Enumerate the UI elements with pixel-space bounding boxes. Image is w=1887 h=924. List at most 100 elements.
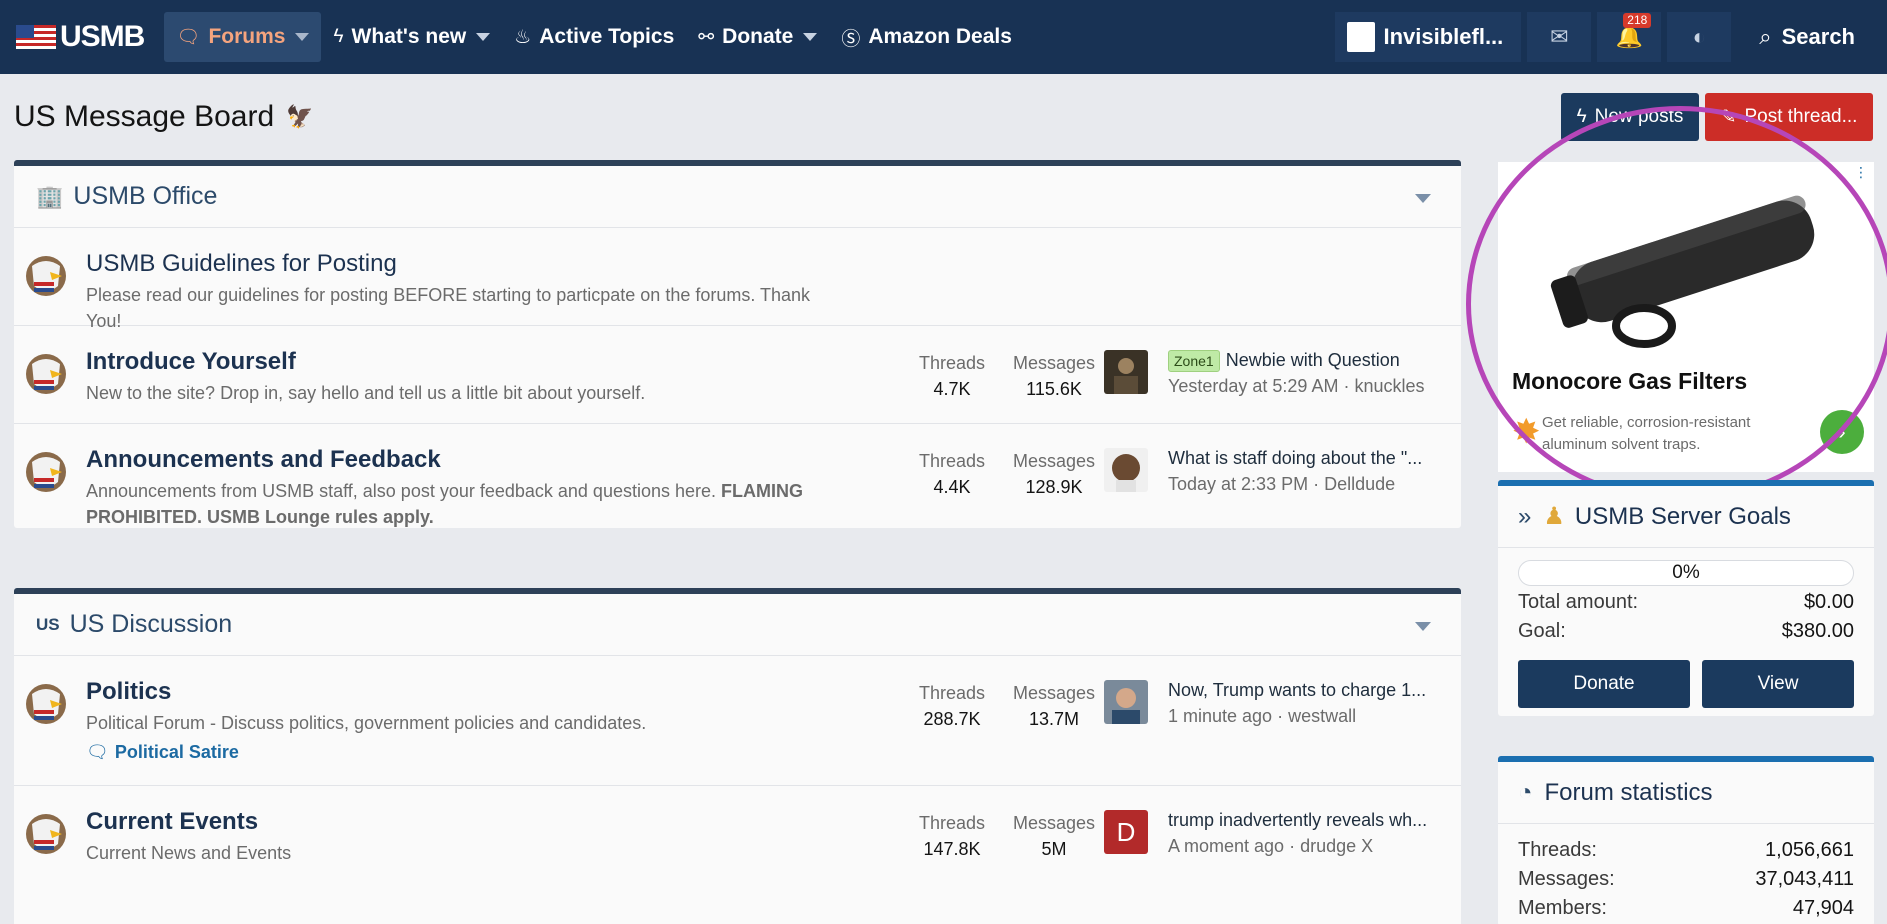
collapse-toggle-icon[interactable] — [1415, 622, 1431, 631]
search-button[interactable]: ⌕ Search — [1741, 12, 1887, 62]
tab-amazon-deals[interactable]: Ⓢ Amazon Deals — [829, 12, 1024, 62]
alerts-button[interactable]: 🔔 218 — [1597, 12, 1662, 62]
thread-prefix-badge[interactable]: Zone1 — [1168, 350, 1220, 372]
messages-label: Messages — [1012, 683, 1096, 703]
forum-node: Current Events Current News and Events T… — [14, 786, 1461, 884]
members-label: Members: — [1518, 897, 1607, 919]
goal-actions: Donate View — [1498, 660, 1874, 708]
threads-stat: Threads 4.7K — [902, 350, 1002, 402]
category-title: USMB Office — [73, 182, 218, 210]
forum-statistics-header: ◔ Forum statistics — [1498, 762, 1874, 824]
inbox-button[interactable]: ✉ — [1527, 12, 1592, 62]
tab-whats-new[interactable]: ϟ What's new — [321, 12, 502, 62]
forum-title-link[interactable]: Announcements and Feedback — [86, 446, 441, 474]
members-value: 47,904 — [1792, 897, 1854, 919]
user-menu[interactable]: Invisiblefl... — [1335, 12, 1522, 62]
last-post-time[interactable]: Today at 2:33 PM — [1168, 474, 1308, 494]
username: Invisiblefl... — [1383, 24, 1504, 49]
theme-toggle-button[interactable]: ◐ — [1667, 12, 1732, 62]
office-building-icon: 🏢 — [36, 183, 64, 209]
forum-title-link[interactable]: USMB Guidelines for Posting — [86, 250, 397, 278]
double-chevron-right-icon[interactable]: » — [1518, 503, 1531, 531]
logo-text: USMB — [60, 20, 145, 53]
last-post-title[interactable]: Zone1 Newbie with Question — [1168, 350, 1448, 372]
threads-count: 4.7K — [933, 379, 971, 399]
eagle-icon — [26, 354, 66, 394]
messages-value: 37,043,411 — [1755, 868, 1854, 890]
messages-count: 5M — [1041, 839, 1067, 859]
forum-statistics-title: Forum statistics — [1544, 778, 1713, 806]
last-post-user[interactable]: westwall — [1288, 706, 1356, 726]
ad-info-icon[interactable]: ⋮ — [1854, 164, 1868, 181]
subforum-link[interactable]: 🗨 Political Satire — [86, 742, 239, 763]
search-icon: ⌕ — [1759, 24, 1772, 49]
goal-label: Goal: — [1518, 620, 1566, 642]
eagle-icon — [26, 814, 66, 854]
category-header[interactable]: 🏢 USMB Office — [14, 166, 1461, 228]
category-header[interactable]: US US Discussion — [14, 594, 1461, 656]
last-post-title[interactable]: trump inadvertently reveals wh... — [1168, 810, 1448, 831]
tab-active-topics[interactable]: ♨ Active Topics — [502, 12, 686, 62]
user-nav: Invisiblefl... ✉ 🔔 218 ◐ ⌕ Search — [1329, 12, 1887, 62]
threads-stat-row: Threads: 1,056,661 — [1498, 836, 1874, 865]
pie-chart-icon: ◔ — [1518, 778, 1533, 806]
chevron-down-icon[interactable] — [803, 33, 818, 41]
tab-label: Forums — [208, 25, 286, 48]
eagle-icon — [26, 452, 66, 492]
last-post-title[interactable]: What is staff doing about the "... — [1168, 448, 1448, 469]
chat-icon: 🗨 — [86, 742, 109, 762]
category-title: US Discussion — [69, 610, 233, 638]
eagle-icon: 🦅 — [286, 104, 314, 129]
last-post-title-text[interactable]: Newbie with Question — [1226, 350, 1400, 370]
messages-count: 13.7M — [1028, 709, 1080, 729]
forum-description: Political Forum - Discuss politics, gove… — [86, 713, 647, 733]
donate-button[interactable]: Donate — [1518, 660, 1690, 708]
chevron-down-icon[interactable] — [476, 33, 491, 41]
last-post-avatar[interactable]: D — [1104, 810, 1148, 854]
last-post-avatar[interactable] — [1104, 680, 1148, 724]
tab-label: Active Topics — [539, 25, 675, 48]
goal-progress-label: 0% — [1672, 562, 1700, 583]
tab-donate[interactable]: ⚯ Donate — [686, 12, 829, 62]
last-post-time[interactable]: A moment ago — [1168, 836, 1284, 856]
site-logo[interactable]: USMB — [16, 20, 145, 54]
last-post-avatar[interactable] — [1104, 350, 1148, 394]
last-post-time[interactable]: 1 minute ago — [1168, 706, 1272, 726]
messages-stat: Messages 13.7M — [994, 680, 1114, 732]
threads-count: 4.4K — [933, 477, 971, 497]
forum-title-link[interactable]: Introduce Yourself — [86, 348, 296, 376]
collapse-toggle-icon[interactable] — [1415, 194, 1431, 203]
bolt-icon: ϟ — [333, 26, 344, 47]
threads-label: Threads: — [1518, 839, 1597, 861]
last-post-user[interactable]: drudge X — [1300, 836, 1373, 856]
last-post-meta: Yesterday at 5:29 AM · knuckles — [1168, 376, 1425, 396]
tab-forums[interactable]: 🗨 Forums — [164, 12, 322, 62]
last-post-time[interactable]: Yesterday at 5:29 AM — [1168, 376, 1338, 396]
last-post-meta: 1 minute ago · westwall — [1168, 706, 1357, 726]
goal-progress-bar: 0% — [1518, 560, 1854, 586]
messages-stat: Messages 115.6K — [994, 350, 1114, 402]
contrast-icon: ◐ — [1692, 24, 1706, 49]
server-goals-title: USMB Server Goals — [1574, 502, 1791, 530]
handshake-icon: ⚯ — [698, 26, 715, 48]
threads-label: Threads — [918, 683, 986, 703]
last-post-avatar[interactable] — [1104, 448, 1148, 492]
threads-count: 147.8K — [923, 839, 981, 859]
last-post-user[interactable]: Delldude — [1324, 474, 1395, 494]
envelope-icon: ✉ — [1550, 24, 1569, 49]
forum-node: USMB Guidelines for Posting Please read … — [14, 228, 1461, 331]
last-post-user[interactable]: knuckles — [1354, 376, 1424, 396]
subforum-label[interactable]: Political Satire — [115, 742, 239, 762]
forum-title-link[interactable]: Current Events — [86, 808, 258, 836]
last-post-title[interactable]: Now, Trump wants to charge 1... — [1168, 680, 1448, 701]
view-button[interactable]: View — [1702, 660, 1854, 708]
messages-label: Messages — [1012, 353, 1096, 373]
goal-row: Goal: $380.00 — [1498, 617, 1874, 646]
forum-description-text: Announcements from USMB staff, also post… — [86, 481, 717, 501]
messages-label: Messages: — [1518, 868, 1615, 890]
last-post-meta: Today at 2:33 PM · Delldude — [1168, 474, 1396, 494]
eagle-icon — [26, 256, 66, 296]
chevron-down-icon[interactable] — [295, 33, 310, 41]
forum-node: Introduce Yourself New to the site? Drop… — [14, 326, 1461, 424]
forum-title-link[interactable]: Politics — [86, 678, 171, 706]
